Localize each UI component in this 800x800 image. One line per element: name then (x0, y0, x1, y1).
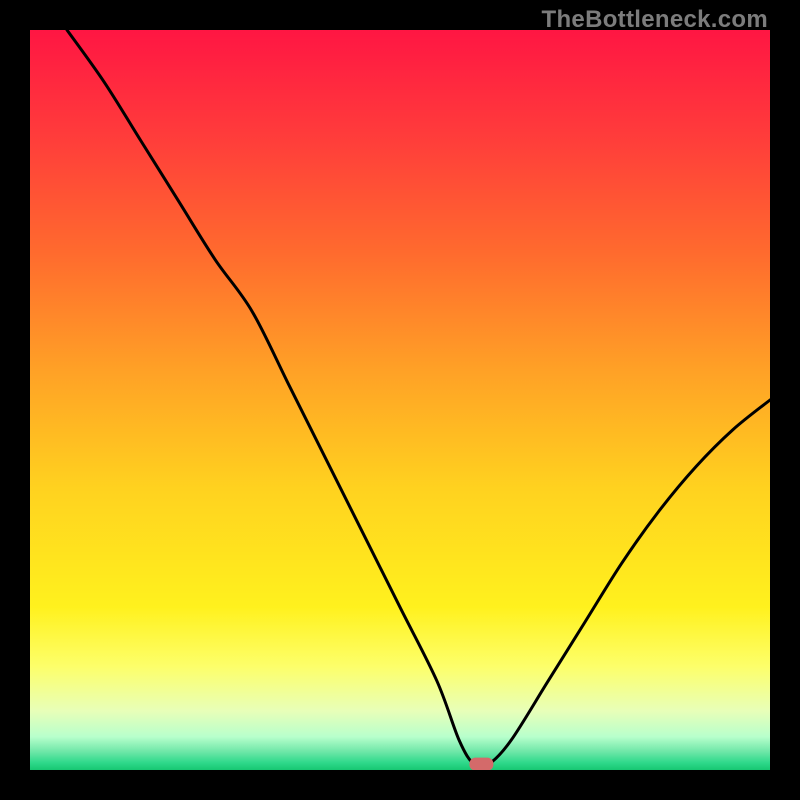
chart-svg (30, 30, 770, 770)
plot-area (30, 30, 770, 770)
chart-frame: TheBottleneck.com (0, 0, 800, 800)
marker-point (469, 758, 493, 770)
